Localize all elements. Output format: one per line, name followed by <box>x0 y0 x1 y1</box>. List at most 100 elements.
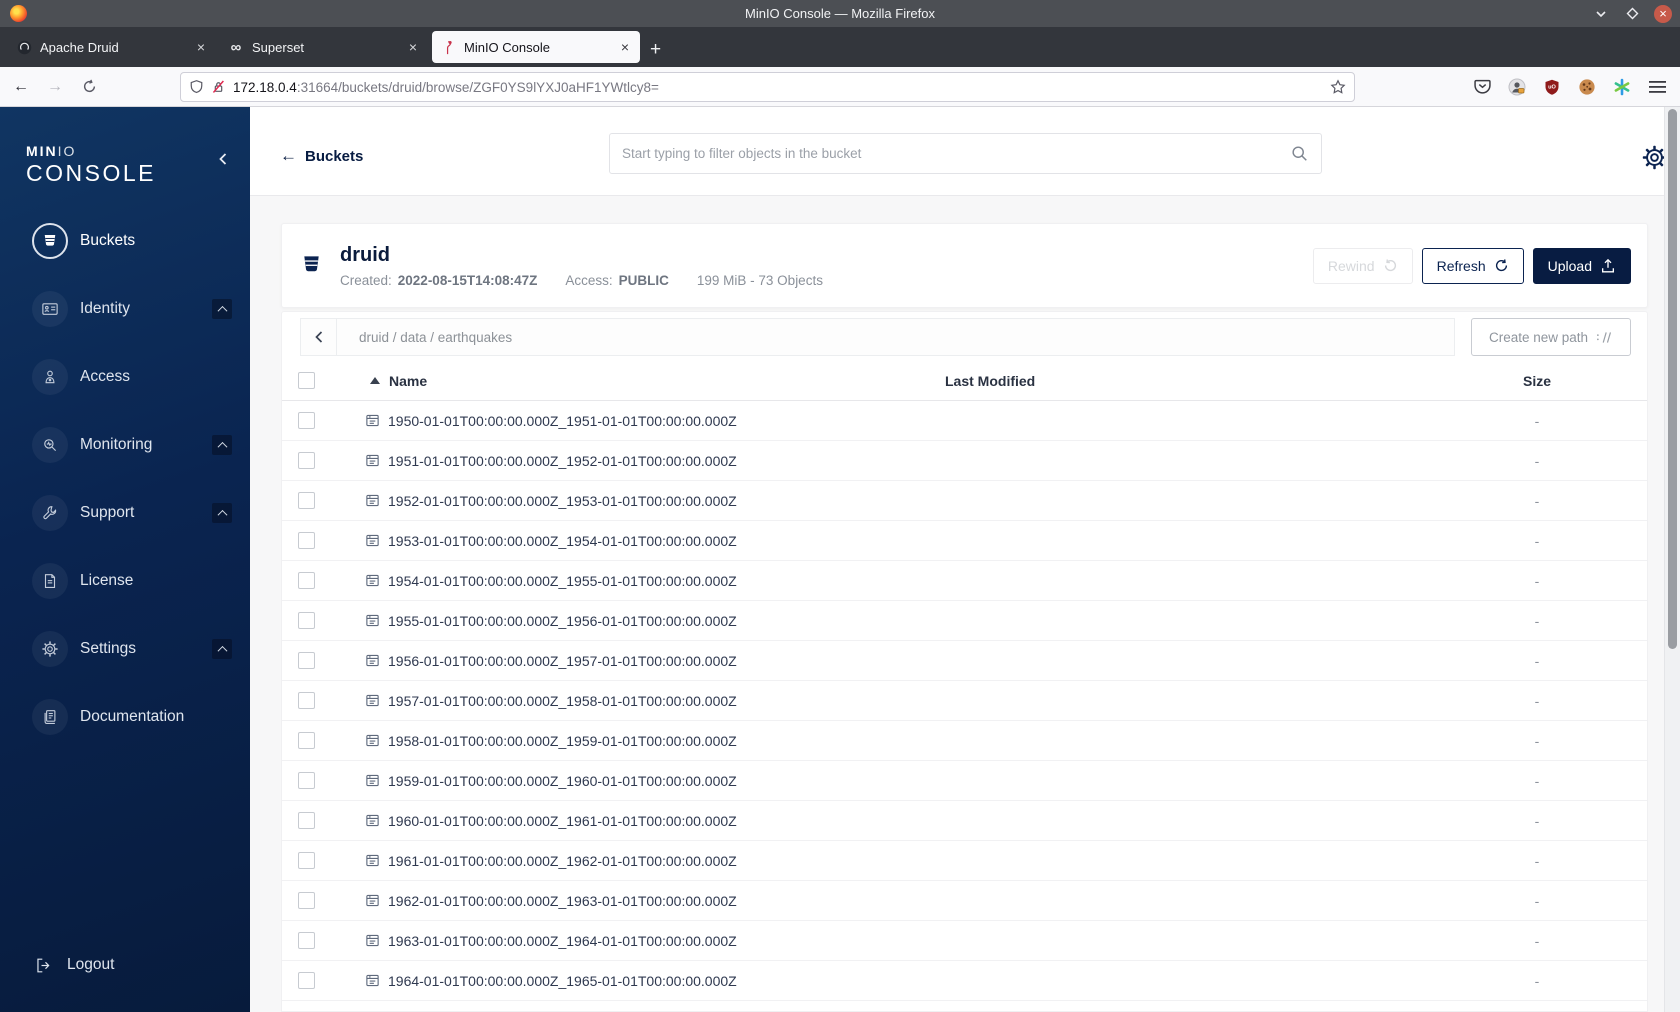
usage-summary: 199 MiB - 73 Objects <box>696 272 823 288</box>
folder-icon <box>365 693 380 708</box>
object-filter-box <box>609 133 1322 174</box>
sidebar-item-monitoring[interactable]: Monitoring <box>0 411 250 479</box>
sidebar-item-documentation[interactable]: Documentation <box>0 683 250 751</box>
row-checkbox[interactable] <box>298 452 315 469</box>
back-icon[interactable]: ← <box>8 74 34 100</box>
sidebar-item-access[interactable]: Access <box>0 343 250 411</box>
pocket-icon[interactable] <box>1473 78 1491 96</box>
row-checkbox[interactable] <box>298 492 315 509</box>
row-checkbox[interactable] <box>298 692 315 709</box>
column-header-name[interactable]: Name <box>352 373 945 389</box>
upload-button[interactable]: Upload <box>1532 247 1631 284</box>
reload-icon[interactable] <box>76 74 102 100</box>
row-checkbox[interactable] <box>298 572 315 589</box>
object-row[interactable]: 1955-01-01T00:00:00.000Z_1956-01-01T00:0… <box>282 601 1647 641</box>
row-checkbox[interactable] <box>298 932 315 949</box>
back-to-buckets-link[interactable]: ← Buckets <box>280 146 363 166</box>
tab-label: Apache Druid <box>40 39 119 55</box>
tab-minio-console[interactable]: MinIO Console × <box>432 31 640 63</box>
object-size: - <box>1534 492 1540 509</box>
row-checkbox[interactable] <box>298 892 315 909</box>
sidebar-item-label: Buckets <box>80 232 136 249</box>
new-tab-button[interactable]: + <box>650 39 661 61</box>
object-row[interactable]: 1959-01-01T00:00:00.000Z_1960-01-01T00:0… <box>282 761 1647 801</box>
rewind-button[interactable]: Rewind <box>1312 247 1413 284</box>
sidebar-item-settings[interactable]: Settings <box>0 615 250 683</box>
url-bar[interactable]: 172.18.0.4:31664/buckets/druid/browse/ZG… <box>180 72 1355 102</box>
object-row[interactable]: 1953-01-01T00:00:00.000Z_1954-01-01T00:0… <box>282 521 1647 561</box>
object-row[interactable]: 1950-01-01T00:00:00.000Z_1951-01-01T00:0… <box>282 401 1647 441</box>
cookie-icon[interactable] <box>1578 78 1596 96</box>
row-checkbox[interactable] <box>298 532 315 549</box>
sidebar-item-support[interactable]: Support <box>0 479 250 547</box>
row-checkbox[interactable] <box>298 732 315 749</box>
created-label: Created: <box>340 272 392 288</box>
breadcrumb[interactable]: druid / data / earthquakes <box>359 330 512 345</box>
object-row[interactable]: 1958-01-01T00:00:00.000Z_1959-01-01T00:0… <box>282 721 1647 761</box>
object-row[interactable]: 1964-01-01T00:00:00.000Z_1965-01-01T00:0… <box>282 961 1647 1001</box>
tab-close-icon[interactable]: × <box>406 39 420 55</box>
tab-label: Superset <box>252 39 305 55</box>
scrollbar-thumb[interactable] <box>1668 109 1677 649</box>
page-header: ← Buckets <box>250 107 1680 196</box>
sidebar-collapse-icon[interactable] <box>216 151 230 172</box>
object-row[interactable]: 1962-01-01T00:00:00.000Z_1963-01-01T00:0… <box>282 881 1647 921</box>
object-row[interactable]: 1951-01-01T00:00:00.000Z_1952-01-01T00:0… <box>282 441 1647 481</box>
url-host: 172.18.0.4 <box>233 79 297 95</box>
menu-hamburger-icon[interactable] <box>1648 78 1666 96</box>
object-row[interactable]: 1960-01-01T00:00:00.000Z_1961-01-01T00:0… <box>282 801 1647 841</box>
object-row[interactable]: 1957-01-01T00:00:00.000Z_1958-01-01T00:0… <box>282 681 1647 721</box>
tab-superset[interactable]: ∞ Superset × <box>220 31 428 63</box>
bucket-browser: druid Created: 2022-08-15T14:08:47Z Acce… <box>250 196 1664 1012</box>
refresh-button[interactable]: Refresh <box>1421 247 1524 284</box>
close-icon[interactable]: × <box>1654 4 1672 23</box>
object-row[interactable]: 1956-01-01T00:00:00.000Z_1957-01-01T00:0… <box>282 641 1647 681</box>
folder-icon <box>365 533 380 548</box>
bookmark-star-icon[interactable] <box>1330 79 1346 95</box>
languagetool-asterisk-icon[interactable] <box>1613 78 1631 96</box>
ublock-icon[interactable]: uO <box>1543 78 1561 96</box>
forward-icon[interactable]: → <box>42 74 68 100</box>
path-back-icon[interactable] <box>301 319 337 355</box>
maximize-icon[interactable] <box>1623 5 1641 23</box>
row-checkbox[interactable] <box>298 812 315 829</box>
minimize-icon[interactable] <box>1592 5 1610 23</box>
lock-insecure-icon[interactable] <box>211 79 226 95</box>
monitoring-icon <box>32 427 68 463</box>
row-checkbox[interactable] <box>298 852 315 869</box>
object-row[interactable]: 1963-01-01T00:00:00.000Z_1964-01-01T00:0… <box>282 921 1647 961</box>
column-header-size[interactable]: Size <box>1427 373 1647 389</box>
page-scrollbar[interactable] <box>1664 107 1680 1012</box>
object-row[interactable]: 1954-01-01T00:00:00.000Z_1955-01-01T00:0… <box>282 561 1647 601</box>
buckets-icon <box>32 223 68 259</box>
tab-close-icon[interactable]: × <box>618 39 632 55</box>
select-all-checkbox[interactable] <box>298 372 315 389</box>
row-checkbox[interactable] <box>298 612 315 629</box>
folder-icon <box>365 453 380 468</box>
sidebar-item-license[interactable]: License <box>0 547 250 615</box>
row-checkbox[interactable] <box>298 412 315 429</box>
window-title: MinIO Console — Mozilla Firefox <box>745 6 935 21</box>
window-titlebar: MinIO Console — Mozilla Firefox × <box>0 0 1680 27</box>
row-checkbox[interactable] <box>298 652 315 669</box>
row-checkbox[interactable] <box>298 772 315 789</box>
shield-icon[interactable] <box>189 79 204 95</box>
object-filter-input[interactable] <box>622 146 1291 161</box>
row-checkbox[interactable] <box>298 972 315 989</box>
object-name: 1960-01-01T00:00:00.000Z_1961-01-01T00:0… <box>388 812 737 829</box>
profile-lock-icon[interactable] <box>1508 78 1526 96</box>
object-row[interactable]: 1961-01-01T00:00:00.000Z_1962-01-01T00:0… <box>282 841 1647 881</box>
rewind-icon <box>1384 259 1396 272</box>
bucket-icon <box>300 253 323 281</box>
object-row[interactable]: 1952-01-01T00:00:00.000Z_1953-01-01T00:0… <box>282 481 1647 521</box>
column-header-last-modified[interactable]: Last Modified <box>945 373 1427 389</box>
tab-close-icon[interactable]: × <box>194 39 208 55</box>
sidebar-item-identity[interactable]: Identity <box>0 275 250 343</box>
object-size: - <box>1534 812 1540 829</box>
tab-apache-druid[interactable]: Apache Druid × <box>8 31 216 63</box>
object-name: 1950-01-01T00:00:00.000Z_1951-01-01T00:0… <box>388 412 737 429</box>
sidebar-item-logout[interactable]: Logout <box>0 943 250 987</box>
object-name: 1958-01-01T00:00:00.000Z_1959-01-01T00:0… <box>388 732 737 749</box>
sidebar-item-buckets[interactable]: Buckets <box>0 207 250 275</box>
create-new-path-button[interactable]: Create new path <box>1471 318 1631 356</box>
